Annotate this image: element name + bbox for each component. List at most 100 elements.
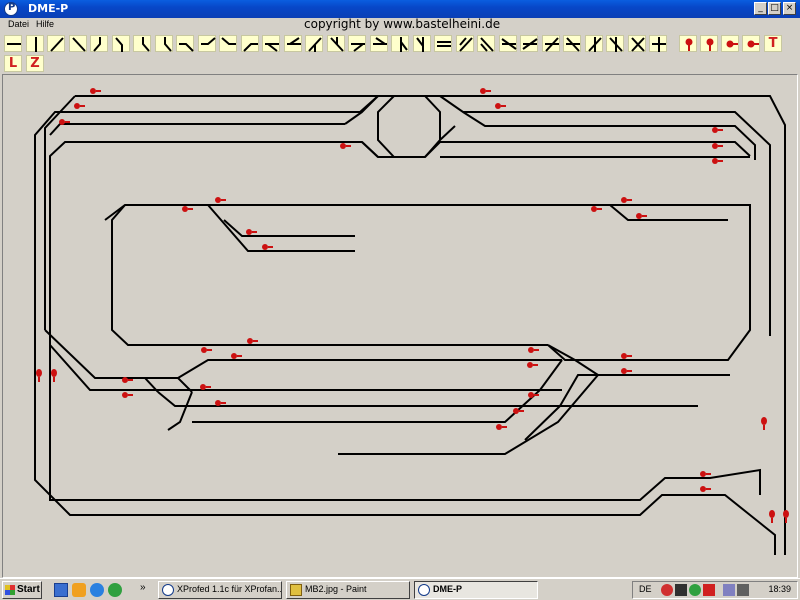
signal-icon[interactable] — [700, 486, 711, 492]
track-segment[interactable] — [177, 359, 228, 379]
antivirus-icon[interactable] — [703, 584, 715, 596]
zone-icon[interactable] — [675, 584, 687, 596]
maximize-button[interactable]: □ — [768, 2, 781, 15]
signal-horizontal-icon[interactable] — [721, 35, 739, 52]
tool-l-button[interactable]: L — [4, 55, 22, 72]
title-bar[interactable]: DME-P _ □ × — [0, 0, 800, 18]
start-button[interactable]: Start — [2, 581, 42, 599]
switch-icon[interactable] — [412, 35, 431, 52]
diagonal-down-icon[interactable] — [68, 35, 87, 52]
tool-z-button[interactable]: Z — [26, 55, 44, 72]
signal-vertical-icon[interactable] — [700, 35, 718, 52]
signal-icon[interactable] — [783, 510, 789, 523]
switch-icon[interactable] — [498, 35, 517, 52]
track-segment[interactable] — [44, 329, 193, 393]
task-dme-p[interactable]: DME-P — [414, 581, 538, 599]
quicklaunch-overflow-icon[interactable]: » — [140, 582, 146, 593]
track-segment[interactable] — [606, 204, 751, 361]
switch-icon[interactable] — [584, 35, 603, 52]
signal-icon[interactable] — [621, 197, 632, 203]
switch-icon[interactable] — [455, 35, 474, 52]
straight-vertical-icon[interactable] — [25, 35, 44, 52]
signal-icon[interactable] — [122, 392, 133, 398]
task-paint[interactable]: MB2.jpg - Paint — [286, 581, 410, 599]
printer-icon[interactable] — [723, 584, 735, 596]
signal-horizontal-icon[interactable] — [742, 35, 760, 52]
switch-icon[interactable] — [434, 35, 452, 52]
track-layout-canvas[interactable] — [2, 74, 798, 578]
signal-vertical-icon[interactable] — [679, 35, 697, 52]
network-icon[interactable] — [108, 583, 122, 597]
curve-icon[interactable] — [111, 35, 130, 52]
track-segment[interactable] — [344, 111, 363, 125]
close-button[interactable]: × — [783, 2, 796, 15]
curve-icon[interactable] — [176, 35, 194, 52]
diagonal-up-icon[interactable] — [47, 35, 65, 52]
signal-icon[interactable] — [621, 368, 632, 374]
signal-icon[interactable] — [182, 206, 193, 212]
track-segment[interactable] — [424, 141, 751, 158]
signal-icon[interactable] — [480, 88, 491, 94]
menu-datei[interactable]: Datei — [8, 19, 29, 29]
switch-icon[interactable] — [649, 35, 667, 52]
signal-icon[interactable] — [636, 213, 647, 219]
track-segment[interactable] — [49, 123, 345, 136]
track-segment[interactable] — [377, 95, 441, 158]
signal-icon[interactable] — [621, 353, 632, 359]
signal-icon[interactable] — [201, 347, 212, 353]
curve-icon[interactable] — [90, 35, 108, 52]
signal-icon[interactable] — [90, 88, 101, 94]
signal-icon[interactable] — [712, 158, 723, 164]
menu-hilfe[interactable]: Hilfe — [36, 19, 54, 29]
track-segment[interactable] — [462, 111, 756, 160]
signal-icon[interactable] — [51, 369, 57, 382]
track-segment[interactable] — [378, 95, 786, 555]
track-segment[interactable] — [439, 95, 771, 336]
signal-icon[interactable] — [36, 369, 42, 382]
track-segment[interactable] — [609, 204, 728, 221]
minimize-button[interactable]: _ — [754, 2, 767, 15]
show-desktop-icon[interactable] — [54, 583, 68, 597]
signal-icon[interactable] — [215, 197, 226, 203]
track-segment[interactable] — [539, 359, 563, 391]
track-segment[interactable] — [49, 344, 562, 391]
track-segment[interactable] — [49, 141, 761, 501]
track-segment[interactable] — [223, 219, 355, 237]
track-segment[interactable] — [361, 141, 379, 158]
signal-icon[interactable] — [495, 103, 506, 109]
signal-icon[interactable] — [769, 510, 775, 523]
curve-icon[interactable] — [197, 35, 216, 52]
track-segment[interactable] — [34, 95, 776, 555]
switch-icon[interactable] — [541, 35, 560, 52]
curve-icon[interactable] — [240, 35, 259, 52]
language-indicator[interactable]: DE — [639, 584, 652, 594]
task-xprofed[interactable]: XProfed 1.1c für XProfan... — [158, 581, 282, 599]
switch-icon[interactable] — [326, 35, 345, 52]
signal-icon[interactable] — [340, 143, 351, 149]
media-player-icon[interactable] — [72, 583, 86, 597]
signal-icon[interactable] — [247, 338, 258, 344]
signal-icon[interactable] — [761, 417, 767, 430]
switch-icon[interactable] — [520, 35, 538, 52]
switch-icon[interactable] — [283, 35, 302, 52]
browser-icon[interactable] — [90, 583, 104, 597]
track-segment[interactable] — [157, 391, 698, 407]
update-icon[interactable] — [689, 584, 701, 596]
switch-icon[interactable] — [369, 35, 388, 52]
switch-icon[interactable] — [262, 35, 280, 52]
signal-icon[interactable] — [528, 347, 539, 353]
signal-icon[interactable] — [712, 143, 723, 149]
track-segment[interactable] — [338, 374, 599, 455]
signal-icon[interactable] — [496, 424, 507, 430]
switch-icon[interactable] — [305, 35, 323, 52]
security-icon[interactable] — [661, 584, 673, 596]
switch-icon[interactable] — [348, 35, 366, 52]
track-segment[interactable] — [439, 125, 456, 141]
track-segment[interactable] — [359, 95, 379, 113]
switch-icon[interactable] — [627, 35, 646, 52]
signal-icon[interactable] — [712, 127, 723, 133]
switch-icon[interactable] — [563, 35, 581, 52]
track-segment[interactable] — [104, 204, 208, 221]
track-segment[interactable] — [547, 344, 606, 361]
curve-icon[interactable] — [154, 35, 173, 52]
